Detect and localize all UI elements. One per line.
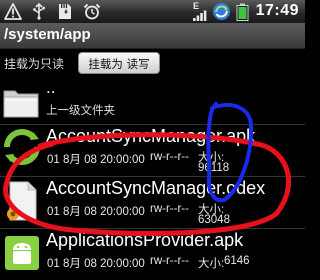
file-size-label: 大小: <box>198 258 225 270</box>
mount-status-label: 挂载为只读 <box>4 57 65 71</box>
file-permissions: rw-r--r-- <box>150 203 189 215</box>
status-bar: E 17:49 <box>0 0 305 24</box>
file-size: 96118 <box>198 162 230 174</box>
usb-icon <box>33 3 45 20</box>
sync-apk-icon <box>4 129 40 165</box>
mount-read-write-button[interactable]: 挂载为 读写 <box>78 52 160 74</box>
file-date: 01 8月 08 20:00:00 <box>47 258 145 270</box>
list-item-file[interactable]: AccountSyncManager.odex 01 8月 08 20:00:0… <box>0 176 305 229</box>
file-permissions: rw-r--r-- <box>150 151 189 163</box>
list-item-file[interactable]: ApplicationsProvider.apk 01 8月 08 20:00:… <box>0 228 305 280</box>
path-header: /system/app <box>0 23 305 49</box>
file-size: 6146 <box>224 255 250 267</box>
parent-folder-name: .. <box>46 78 56 97</box>
folder-icon <box>3 90 39 118</box>
file-permissions: rw-r--r-- <box>150 255 189 267</box>
battery-icon <box>236 3 249 21</box>
file-size: 63048 <box>198 214 230 226</box>
sd-card-icon <box>59 4 71 19</box>
screen: E 17:49 /system/app 挂载为只读 挂载为 读写 .. 上一级文… <box>0 0 305 280</box>
file-date: 01 8月 08 20:00:00 <box>47 206 145 218</box>
alarm-clock-icon <box>83 3 101 20</box>
list-item-parent-folder[interactable]: .. 上一级文件夹 <box>0 78 305 125</box>
status-time: 17:49 <box>255 2 299 19</box>
android-app-icon <box>5 236 39 270</box>
warning-icon <box>4 3 22 20</box>
parent-folder-description: 上一级文件夹 <box>46 103 115 117</box>
file-date: 01 8月 08 20:00:00 <box>47 154 145 166</box>
current-path: /system/app <box>4 26 91 43</box>
document-icon <box>7 181 37 221</box>
file-name: ApplicationsProvider.apk <box>46 230 244 250</box>
signal-strength-icon <box>193 10 207 21</box>
file-name: AccountSyncManager.apk <box>46 126 256 146</box>
list-item-file[interactable]: AccountSyncManager.apk 01 8月 08 20:00:00… <box>0 124 305 177</box>
file-name: AccountSyncManager.odex <box>46 178 266 198</box>
sync-icon <box>213 3 230 20</box>
mount-row: 挂载为只读 挂载为 读写 <box>0 49 305 79</box>
